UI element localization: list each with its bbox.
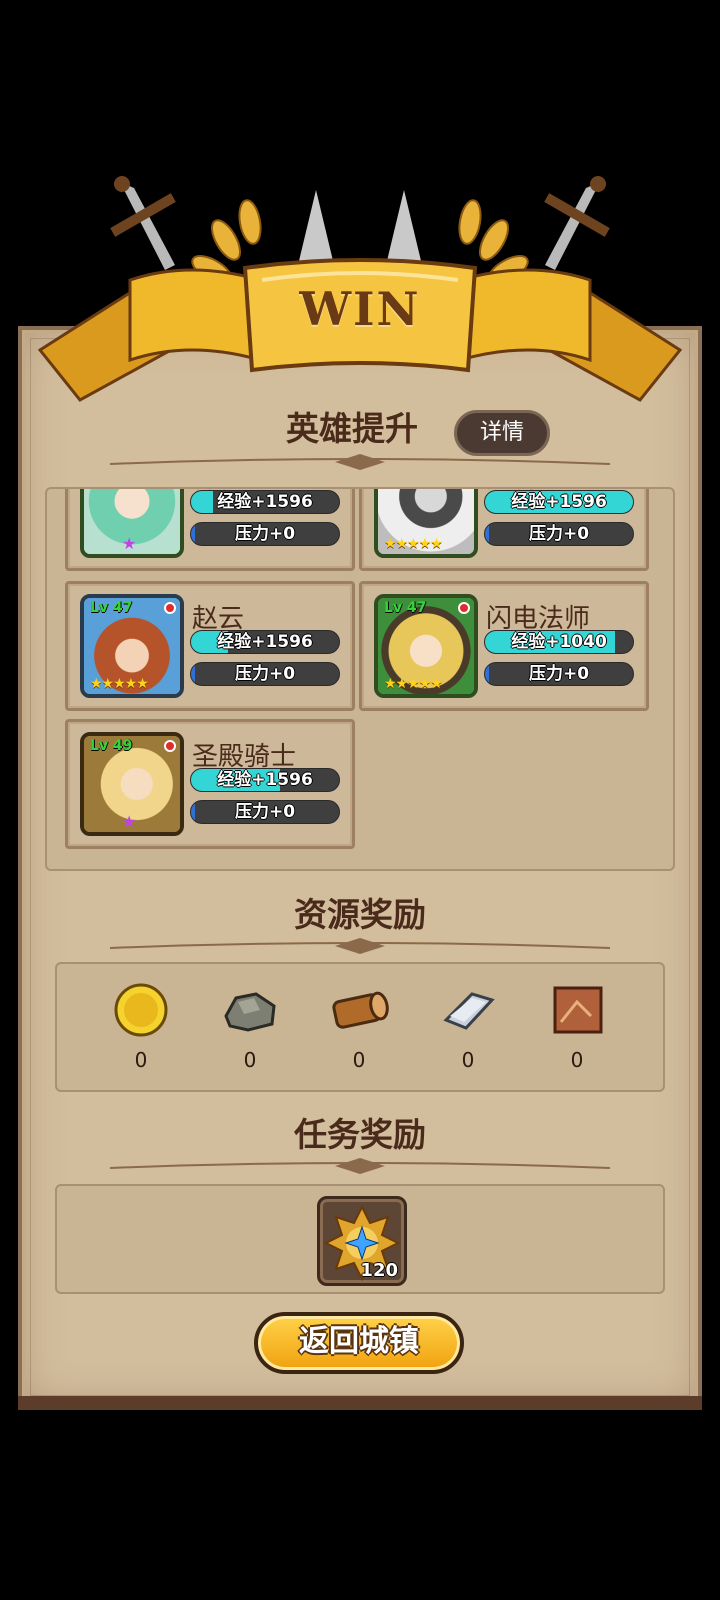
hero-card[interactable]: Lv 49 ★ 圣殿骑士 经验+1596 压力+0: [65, 719, 355, 849]
level-label: Lv 47: [90, 600, 133, 616]
left-sword-icon: [110, 176, 176, 270]
resource-item: 0: [537, 982, 617, 1072]
right-sword-icon: [544, 176, 610, 270]
pressure-bar: 压力+0: [190, 662, 340, 686]
hero-card[interactable]: Lv 47 ★★★★★ 赵云 经验+1596 压力+0: [65, 581, 355, 711]
hero-portrait: ★★★★★: [374, 489, 478, 558]
task-reward-item[interactable]: 120: [317, 1196, 407, 1286]
pressure-bar: 压力+0: [190, 800, 340, 824]
section-divider: [110, 938, 610, 954]
exp-bar: 经验+1596: [190, 630, 340, 654]
hero-card[interactable]: Lv 47 ★★★★★ 闪电法师 经验+1040 压力+0: [359, 581, 649, 711]
resource-item: 0: [428, 982, 508, 1072]
section-divider: [110, 454, 610, 470]
rank-stars: ★★★★★: [384, 536, 443, 552]
level-label: Lv 47: [384, 600, 427, 616]
leather-icon: [547, 982, 607, 1038]
panel-bottom-edge: [18, 1396, 702, 1410]
red-dot-icon: [458, 602, 470, 614]
pressure-bar: 压力+0: [484, 522, 634, 546]
right-spike-icon: [386, 190, 422, 265]
hero-card[interactable]: ★ 神官 经验+1596 压力+0: [65, 489, 355, 571]
exp-bar: 经验+1596: [190, 490, 340, 514]
exp-bar: 经验+1596: [190, 768, 340, 792]
level-label: Lv 49: [90, 738, 133, 754]
iron-ingot-icon: [438, 982, 498, 1038]
purple-star-icon: ★: [122, 534, 137, 553]
left-spike-icon: [298, 190, 334, 265]
task-section-title: 任务奖励: [294, 1115, 426, 1154]
red-dot-icon: [164, 740, 176, 752]
win-title: WIN: [299, 282, 421, 336]
exp-bar: 经验+1596: [484, 490, 634, 514]
return-to-town-button[interactable]: 返回城镇: [254, 1312, 464, 1374]
purple-star-icon: ★: [122, 812, 137, 831]
resource-section-title: 资源奖励: [294, 895, 426, 934]
stone-icon: [220, 982, 280, 1038]
rank-stars: ★★★★★: [384, 676, 443, 692]
pressure-bar: 压力+0: [190, 522, 340, 546]
wood-log-icon: [329, 982, 389, 1038]
details-button[interactable]: 详情: [454, 410, 550, 456]
task-reward-count: 120: [360, 1260, 398, 1281]
resource-item: 0: [210, 982, 290, 1072]
hero-portrait: ★: [80, 489, 184, 558]
task-reward-box: 120: [55, 1184, 665, 1294]
resource-item: 0: [319, 982, 399, 1072]
hero-list[interactable]: ★ 神官 经验+1596 压力+0 ★★★★★ 黑骑士 经验+1596 压力+0: [45, 487, 675, 871]
gold-coin-icon: [111, 982, 171, 1038]
pressure-bar: 压力+0: [484, 662, 634, 686]
hero-portrait: Lv 47 ★★★★★: [80, 594, 184, 698]
hero-card[interactable]: ★★★★★ 黑骑士 经验+1596 压力+0: [359, 489, 649, 571]
section-divider: [110, 1158, 610, 1174]
red-dot-icon: [164, 602, 176, 614]
resource-item: 0: [101, 982, 181, 1072]
hero-section-title: 英雄提升: [286, 409, 418, 448]
hero-portrait: Lv 49 ★: [80, 732, 184, 836]
resource-reward-box: 0 0 0 0 0: [55, 962, 665, 1092]
rank-stars: ★★★★★: [90, 676, 149, 692]
hero-portrait: Lv 47 ★★★★★: [374, 594, 478, 698]
exp-bar: 经验+1040: [484, 630, 634, 654]
